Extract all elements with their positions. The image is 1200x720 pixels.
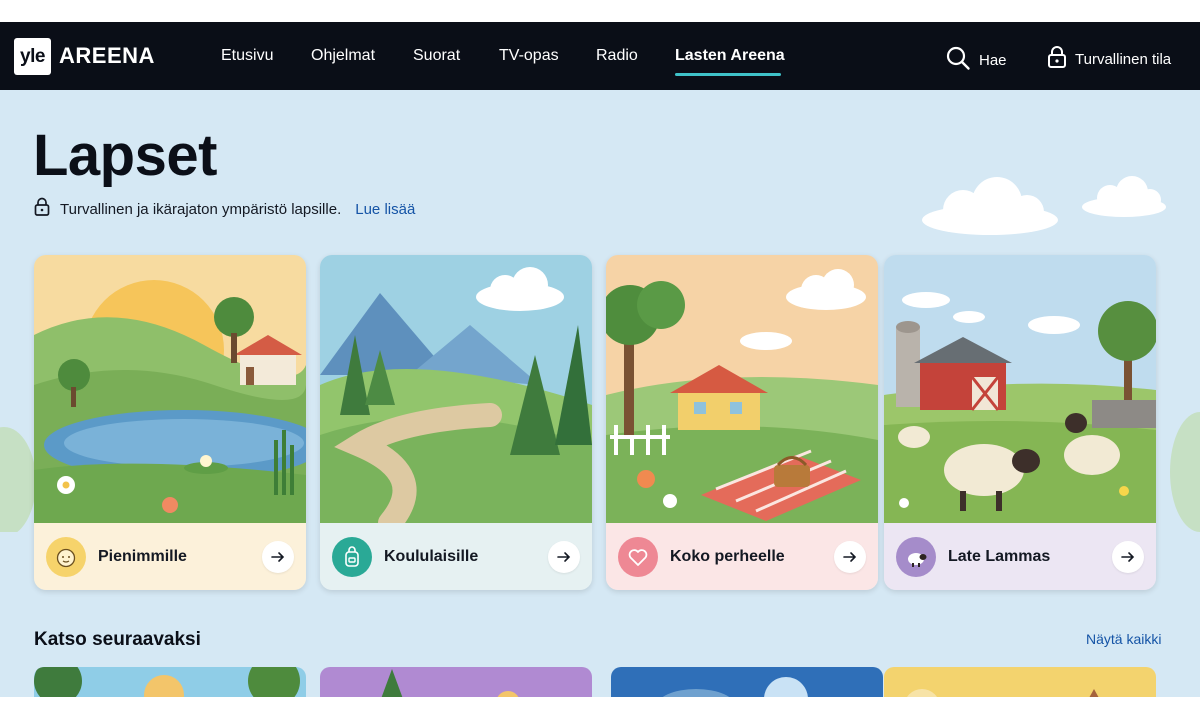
safe-mode-label: Turvallinen tila: [1075, 50, 1172, 68]
thumbnail-illustration: [662, 677, 808, 697]
read-more-link[interactable]: Lue lisää: [355, 201, 415, 218]
program-thumbnail[interactable]: [320, 667, 592, 697]
card-footer: Pienimmille: [34, 523, 306, 590]
nav-etusivu[interactable]: Etusivu: [221, 47, 273, 65]
card-illustration-pond: [34, 255, 306, 523]
search-icon: [945, 45, 971, 75]
sheep-icon: [896, 536, 936, 577]
nav-tv-opas[interactable]: TV-opas: [499, 47, 559, 65]
lock-icon: [1047, 45, 1067, 73]
thumbnail-illustration: [907, 689, 1099, 697]
category-label: Koko perheelle: [670, 547, 785, 565]
program-thumbnail[interactable]: [611, 667, 883, 697]
heart-icon: [618, 536, 658, 577]
search-button[interactable]: Hae: [945, 45, 1007, 75]
thumbnail-illustration: [34, 667, 300, 697]
top-navigation: yle AREENA Etusivu Ohjelmat Suorat TV-op…: [0, 22, 1200, 90]
baby-face-icon: [46, 536, 86, 577]
thumbnail-illustration: [381, 669, 519, 697]
yle-logo[interactable]: yle: [14, 38, 51, 75]
category-card-late-lammas[interactable]: Late Lammas: [884, 255, 1156, 590]
category-label: Late Lammas: [948, 547, 1051, 565]
background-cloud-small-icon: [1082, 176, 1166, 217]
category-card-koko-perheelle[interactable]: Koko perheelle: [606, 255, 878, 590]
app-frame: yle AREENA Etusivu Ohjelmat Suorat TV-op…: [0, 22, 1200, 697]
arrow-right-icon[interactable]: [1112, 540, 1144, 573]
category-card-koululaisille[interactable]: Koululaisille: [320, 255, 592, 590]
category-label: Pienimmille: [98, 547, 187, 565]
background-cloud-icon: [922, 177, 1058, 235]
arrow-right-icon[interactable]: [834, 540, 866, 573]
category-label: Koululaisille: [384, 547, 479, 565]
card-footer: Koko perheelle: [606, 523, 878, 590]
arrow-right-icon[interactable]: [548, 540, 580, 573]
page-title: Lapset: [33, 123, 217, 188]
lock-icon: [34, 197, 50, 221]
card-illustration-farm-sheep: [884, 255, 1156, 523]
nav-lasten-areena[interactable]: Lasten Areena: [675, 47, 785, 65]
section-title: Katso seuraavaksi: [34, 629, 201, 650]
nav-ohjelmat[interactable]: Ohjelmat: [311, 47, 375, 65]
search-label: Hae: [979, 51, 1007, 69]
active-nav-indicator: [675, 73, 781, 76]
safe-mode-button[interactable]: Turvallinen tila: [1047, 45, 1171, 73]
background-hill-left: [0, 427, 36, 532]
show-all-link[interactable]: Näytä kaikki: [1086, 631, 1161, 647]
card-footer: Koululaisille: [320, 523, 592, 590]
background-hill-right: [1170, 412, 1200, 532]
arrow-right-icon[interactable]: [262, 540, 294, 573]
nav-radio[interactable]: Radio: [596, 47, 638, 65]
backpack-icon: [332, 536, 372, 577]
program-thumbnail[interactable]: [34, 667, 306, 697]
safety-text: Turvallinen ja ikärajaton ympäristö laps…: [60, 200, 342, 218]
nav-suorat[interactable]: Suorat: [413, 47, 460, 65]
card-illustration-hills-path: [320, 255, 592, 523]
card-footer: Late Lammas: [884, 523, 1156, 590]
safety-notice: Turvallinen ja ikärajaton ympäristö laps…: [34, 197, 415, 221]
card-illustration-picnic: [606, 255, 878, 523]
category-card-pienimmille[interactable]: Pienimmille: [34, 255, 306, 590]
program-thumbnail[interactable]: [884, 667, 1156, 697]
areena-logo-text[interactable]: AREENA: [59, 43, 155, 69]
